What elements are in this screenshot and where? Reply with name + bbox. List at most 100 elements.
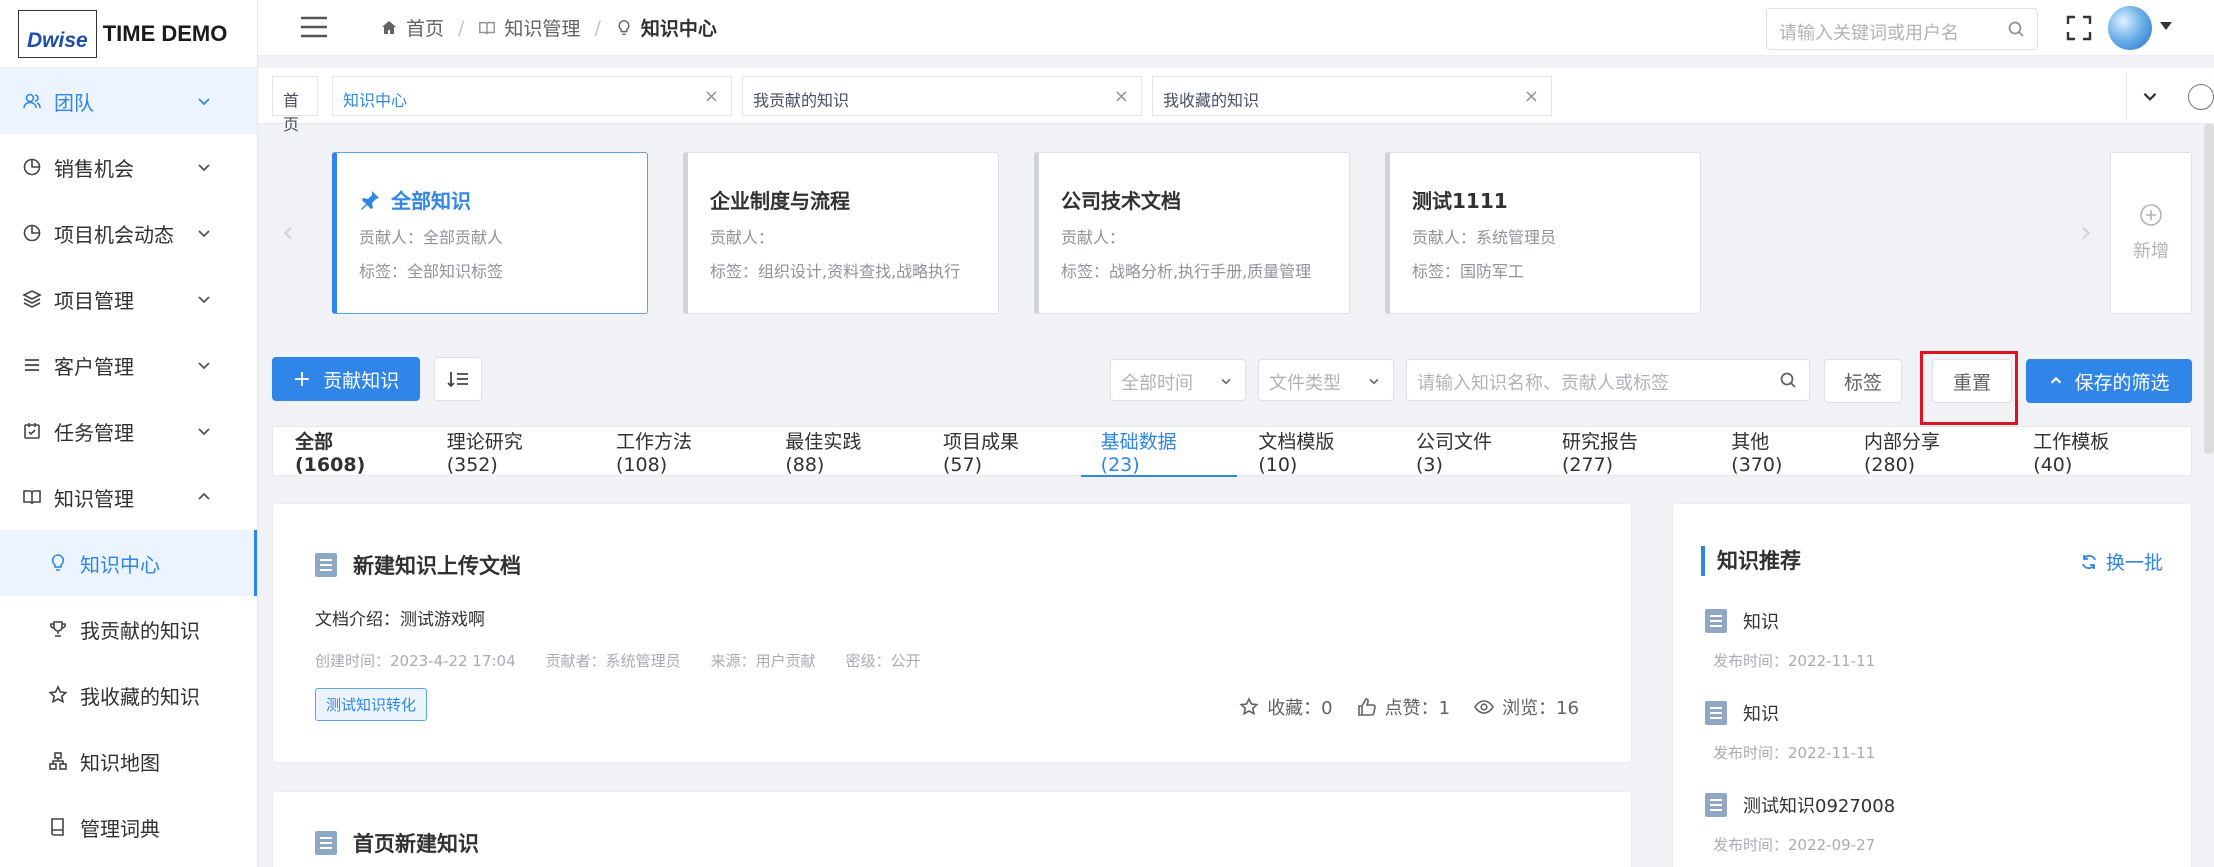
sidebar-item-tasks[interactable]: 任务管理: [0, 398, 257, 464]
list-icon: [22, 355, 42, 375]
pie-chart-icon: [22, 157, 42, 177]
breadcrumb-knowledge[interactable]: 知识管理: [478, 14, 580, 41]
avatar[interactable]: [2108, 6, 2152, 50]
category-contributor: 贡献人：: [1061, 228, 1126, 247]
sidebar-item-label: 客户管理: [54, 354, 134, 379]
tab-home[interactable]: 首页: [272, 76, 318, 134]
category-card[interactable]: 公司技术文档 贡献人： 标签：战略分析,执行手册,质量管理: [1034, 152, 1350, 314]
category-card[interactable]: 测试1111 贡献人：系统管理员 标签：国防军工: [1385, 152, 1701, 314]
file-type-select[interactable]: 文件类型: [1258, 359, 1394, 401]
close-icon[interactable]: ×: [1524, 86, 1539, 107]
tab-project-results[interactable]: 项目成果 (57): [943, 426, 1060, 476]
tab-base-data[interactable]: 基础数据 (23): [1080, 426, 1237, 477]
sidebar-item-dictionary[interactable]: 管理词典: [0, 794, 257, 860]
close-icon[interactable]: ×: [704, 86, 719, 107]
document-icon: [315, 831, 337, 855]
search-icon[interactable]: [1779, 371, 1797, 389]
knowledge-title[interactable]: 新建知识上传文档: [315, 550, 521, 580]
chevron-down-icon: [198, 230, 210, 238]
category-card[interactable]: 企业制度与流程 贡献人： 标签：组织设计,资料查找,战略执行: [683, 152, 999, 314]
sidebar-item-my-favorites[interactable]: 我收藏的知识: [0, 662, 257, 728]
star-icon: [1239, 697, 1259, 716]
breadcrumb-home[interactable]: 首页: [380, 14, 444, 41]
tab-best-practice[interactable]: 最佳实践 (88): [785, 426, 902, 476]
close-icon[interactable]: ×: [1114, 86, 1129, 107]
tags-button[interactable]: 标签: [1824, 359, 1902, 403]
favorite-stat[interactable]: 收藏：0: [1239, 694, 1333, 720]
sidebar-item-projects[interactable]: 项目管理: [0, 266, 257, 332]
sidebar-item-label: 管理词典: [80, 816, 160, 841]
contribute-knowledge-button[interactable]: + 贡献知识: [272, 357, 420, 401]
recommend-title: 知识推荐: [1701, 546, 1801, 576]
view-stat: 浏览：16: [1474, 694, 1579, 720]
sidebar-item-knowledge-center[interactable]: 知识中心: [0, 530, 257, 596]
carousel-prev-icon[interactable]: ‹: [282, 215, 294, 250]
pie-chart-icon: [22, 223, 42, 243]
sidebar-item-knowledge[interactable]: 知识管理: [0, 464, 257, 530]
refresh-button[interactable]: 换一批: [2080, 548, 2163, 575]
sidebar-item-customers[interactable]: 客户管理: [0, 332, 257, 398]
category-title: 公司技术文档: [1061, 189, 1181, 213]
sort-icon: [447, 372, 468, 388]
chevron-down-icon: [198, 164, 210, 172]
sort-button[interactable]: [434, 357, 482, 401]
breadcrumb: 首页 / 知识管理 / 知识中心: [380, 14, 717, 41]
plus-icon: +: [292, 366, 312, 392]
saved-filters-button[interactable]: 保存的筛选: [2026, 359, 2192, 403]
tab-doc-templates[interactable]: 文档模版 (10): [1258, 426, 1375, 476]
page-scrollbar[interactable]: [2204, 124, 2214, 454]
menu-toggle-icon[interactable]: [300, 16, 328, 38]
tabs-dropdown[interactable]: [2126, 72, 2172, 120]
tab-methods[interactable]: 工作方法 (108): [616, 426, 744, 476]
sidebar-item-label: 知识中心: [80, 552, 160, 577]
logo[interactable]: Dwise TIME DEMO: [0, 0, 257, 68]
tab-internal-share[interactable]: 内部分享 (280): [1864, 426, 1992, 476]
carousel-next-icon[interactable]: ›: [2080, 215, 2092, 250]
sidebar-item-team[interactable]: 团队: [0, 68, 257, 134]
sidebar-item-my-contributions[interactable]: 我贡献的知识: [0, 596, 257, 662]
category-title: 测试1111: [1412, 189, 1508, 213]
knowledge-title[interactable]: 首页新建知识: [315, 828, 479, 858]
tab-work-templates[interactable]: 工作模板 (40): [2033, 426, 2150, 476]
breadcrumb-current: 知识中心: [615, 14, 717, 41]
document-icon: [1705, 793, 1727, 817]
page-tabs: 首页 知识中心 × 我贡献的知识 × 我收藏的知识 ×: [258, 68, 2214, 134]
tab-theory[interactable]: 理论研究 (352): [447, 426, 575, 476]
sidebar-item-label: 我贡献的知识: [80, 618, 200, 643]
tab-all[interactable]: 全部 (1608): [295, 426, 406, 476]
book-icon: [22, 487, 42, 507]
search-icon[interactable]: [2007, 20, 2025, 38]
category-tags: 标签：战略分析,执行手册,质量管理: [1061, 262, 1312, 281]
sidebar-item-label: 销售机会: [54, 156, 134, 181]
tab-my-favorites[interactable]: 我收藏的知识 ×: [1152, 76, 1552, 116]
fullscreen-icon[interactable]: [2066, 15, 2092, 41]
caret-down-icon[interactable]: [2160, 22, 2172, 30]
add-category-button[interactable]: 新增: [2110, 152, 2192, 314]
recommend-item[interactable]: 知识 发布时间：2022-11-11: [1705, 608, 1875, 671]
tab-research-reports[interactable]: 研究报告 (277): [1562, 426, 1690, 476]
like-stat[interactable]: 点赞：1: [1357, 694, 1450, 720]
logo-mark: Dwise: [18, 9, 97, 58]
sidebar-item-label: 项目管理: [54, 288, 134, 313]
close-all-tabs-icon[interactable]: [2188, 84, 2214, 110]
tab-knowledge-center[interactable]: 知识中心 ×: [332, 76, 732, 116]
global-search-input[interactable]: 请输入关键词或用户名: [1766, 8, 2038, 50]
tab-company-files[interactable]: 公司文件 (3): [1416, 426, 1521, 476]
sidebar-item-project-opportunity[interactable]: 项目机会动态: [0, 200, 257, 266]
lightbulb-icon: [618, 19, 630, 35]
knowledge-card[interactable]: 新建知识上传文档 文档介绍：测试游戏啊 创建时间：2023-4-22 17:04…: [272, 503, 1632, 763]
trophy-icon: [48, 619, 68, 639]
sidebar-item-sales[interactable]: 销售机会: [0, 134, 257, 200]
sidebar-item-knowledge-map[interactable]: 知识地图: [0, 728, 257, 794]
knowledge-card[interactable]: 首页新建知识: [272, 791, 1632, 867]
sidebar-item-label: 任务管理: [54, 420, 134, 445]
knowledge-search-input[interactable]: 请输入知识名称、贡献人或标签: [1406, 359, 1810, 401]
category-card-all[interactable]: 全部知识 贡献人：全部贡献人 标签：全部知识标签: [332, 152, 648, 314]
recommend-item[interactable]: 测试知识0927008 发布时间：2022-09-27: [1705, 792, 1895, 855]
document-icon: [1705, 609, 1727, 633]
tab-other[interactable]: 其他 (370): [1731, 426, 1823, 476]
recommend-item[interactable]: 知识 发布时间：2022-11-11: [1705, 700, 1875, 763]
time-select[interactable]: 全部时间: [1110, 359, 1246, 401]
tab-my-contributions[interactable]: 我贡献的知识 ×: [742, 76, 1142, 116]
knowledge-tag[interactable]: 测试知识转化: [315, 688, 428, 721]
